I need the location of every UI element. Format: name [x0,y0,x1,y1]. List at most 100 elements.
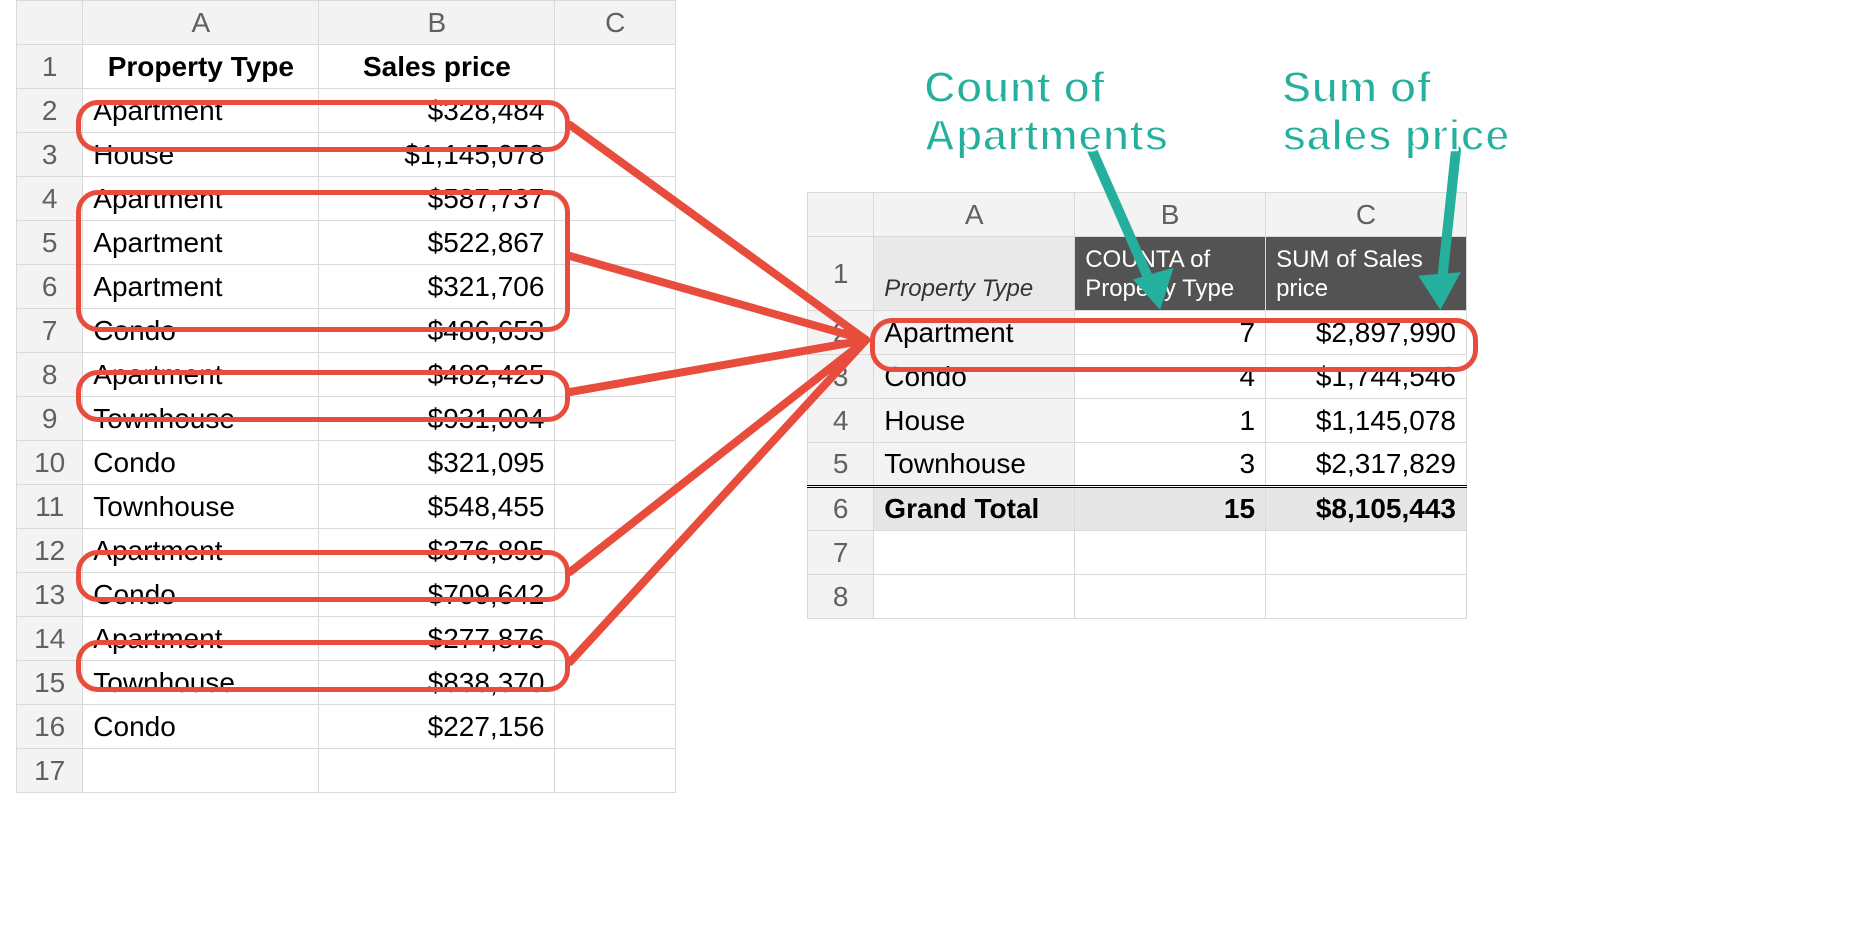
cell-property-type[interactable]: Apartment [83,617,319,661]
table-row[interactable]: 5Apartment$522,867 [17,221,676,265]
row-header[interactable]: 8 [17,353,83,397]
pivot-row-6[interactable]: 6 [808,487,874,531]
cell-property-type[interactable]: House [83,133,319,177]
pivot-row-header[interactable]: 3 [808,355,874,399]
pivot-col-A[interactable]: A [874,193,1075,237]
pivot-row-header[interactable]: 4 [808,399,874,443]
row-header[interactable]: 4 [17,177,83,221]
table-row[interactable]: 11Townhouse$548,455 [17,485,676,529]
row-header[interactable]: 9 [17,397,83,441]
cell-property-type[interactable]: Condo [83,441,319,485]
cell-property-type[interactable]: Apartment [83,221,319,265]
pivot-row-header[interactable]: 8 [808,575,874,619]
cell-c[interactable] [555,309,676,353]
cell-property-type[interactable] [83,749,319,793]
pivot-row-header[interactable]: 5 [808,443,874,487]
cell-sales-price[interactable]: $931,004 [319,397,555,441]
row-header[interactable]: 11 [17,485,83,529]
pivot-count[interactable]: 1 [1075,399,1266,443]
cell-property-type[interactable]: Apartment [83,177,319,221]
pivot-grand-total-row[interactable]: 6 Grand Total 15 $8,105,443 [808,487,1467,531]
cell-c[interactable] [555,89,676,133]
pivot-col-C[interactable]: C [1266,193,1467,237]
cell-c[interactable] [555,133,676,177]
cell-property-type[interactable]: Condo [83,573,319,617]
table-row[interactable]: 3House$1,145,078 [17,133,676,177]
table-row[interactable]: 10Condo$321,095 [17,441,676,485]
cell-property-type[interactable]: Apartment [83,529,319,573]
cell-sales-price[interactable] [319,749,555,793]
cell-c[interactable] [555,485,676,529]
pivot-count[interactable]: 3 [1075,443,1266,487]
cell-property-type[interactable]: Apartment [83,89,319,133]
row-header[interactable]: 13 [17,573,83,617]
cell-property-type[interactable]: Townhouse [83,661,319,705]
cell-c[interactable] [555,705,676,749]
cell-c[interactable] [555,221,676,265]
cell-property-type[interactable]: Condo [83,309,319,353]
row-header[interactable]: 3 [17,133,83,177]
table-row[interactable]: 16Condo$227,156 [17,705,676,749]
col-C-header[interactable]: C [555,1,676,45]
pivot-table[interactable]: A B C 1 Property Type COUNTA of Property… [807,192,1467,619]
row-header[interactable]: 16 [17,705,83,749]
cell-property-type[interactable]: Townhouse [83,397,319,441]
pivot-row[interactable]: 4House1$1,145,078 [808,399,1467,443]
cell-sales-price[interactable]: $482,425 [319,353,555,397]
pivot-row[interactable]: 5Townhouse3$2,317,829 [808,443,1467,487]
cell-property-type[interactable]: Townhouse [83,485,319,529]
cell-property-type[interactable]: Apartment [83,353,319,397]
col-A-header[interactable]: A [83,1,319,45]
pivot-sum[interactable]: $1,744,546 [1266,355,1467,399]
pivot-col-B[interactable]: B [1075,193,1266,237]
cell-c[interactable] [555,749,676,793]
cell-c[interactable] [555,353,676,397]
row-header[interactable]: 2 [17,89,83,133]
pivot-category[interactable]: Condo [874,355,1075,399]
pivot-header-a[interactable]: Property Type [874,237,1075,311]
cell-c[interactable] [555,529,676,573]
cell-sales-price[interactable]: $321,706 [319,265,555,309]
pivot-row-header[interactable]: 7 [808,531,874,575]
pivot-sum[interactable]: $1,145,078 [1266,399,1467,443]
cell-sales-price[interactable]: $548,455 [319,485,555,529]
table-row[interactable]: 13Condo$709,642 [17,573,676,617]
pivot-total-label[interactable]: Grand Total [874,487,1075,531]
table-row[interactable]: 2Apartment$328,484 [17,89,676,133]
pivot-row-header[interactable]: 2 [808,311,874,355]
pivot-category[interactable]: Townhouse [874,443,1075,487]
cell-sales-price[interactable]: $227,156 [319,705,555,749]
table-row[interactable]: 8Apartment$482,425 [17,353,676,397]
pivot-total-sum[interactable]: $8,105,443 [1266,487,1467,531]
table-row[interactable]: 12Apartment$376,895 [17,529,676,573]
cell-c[interactable] [555,265,676,309]
table-row[interactable]: 4Apartment$587,737 [17,177,676,221]
cell-C1[interactable] [555,45,676,89]
row-header[interactable]: 6 [17,265,83,309]
cell-sales-price[interactable]: $277,876 [319,617,555,661]
pivot-total-count[interactable]: 15 [1075,487,1266,531]
table-row[interactable]: 17 [17,749,676,793]
pivot-row-1[interactable]: 1 [808,237,874,311]
table-row[interactable]: 7Condo$486,653 [17,309,676,353]
table-row[interactable]: 6Apartment$321,706 [17,265,676,309]
row-header[interactable]: 10 [17,441,83,485]
pivot-count[interactable]: 7 [1075,311,1266,355]
cell-sales-price[interactable]: $522,867 [319,221,555,265]
pivot-header-c[interactable]: SUM of Sales price [1266,237,1467,311]
cell-sales-price[interactable]: $838,370 [319,661,555,705]
header-sales-price[interactable]: Sales price [319,45,555,89]
table-row[interactable]: 14Apartment$277,876 [17,617,676,661]
col-B-header[interactable]: B [319,1,555,45]
cell-c[interactable] [555,617,676,661]
cell-property-type[interactable]: Apartment [83,265,319,309]
pivot-empty-row[interactable]: 8 [808,575,1467,619]
cell-sales-price[interactable]: $1,145,078 [319,133,555,177]
pivot-sum[interactable]: $2,317,829 [1266,443,1467,487]
cell-c[interactable] [555,573,676,617]
row-header[interactable]: 5 [17,221,83,265]
cell-c[interactable] [555,177,676,221]
row-1-header[interactable]: 1 [17,45,83,89]
row-header[interactable]: 7 [17,309,83,353]
row-header[interactable]: 14 [17,617,83,661]
